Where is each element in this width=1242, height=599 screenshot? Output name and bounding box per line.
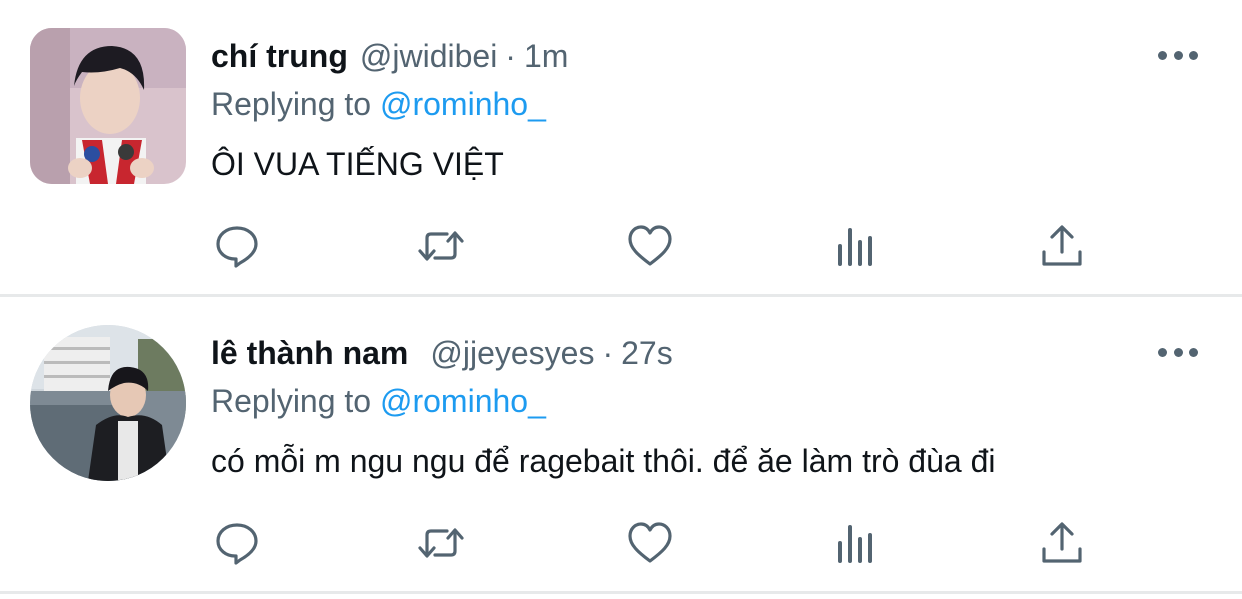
display-name[interactable]: chí trung <box>211 38 348 74</box>
share-icon <box>1042 225 1082 266</box>
reply-button[interactable] <box>213 222 261 270</box>
replying-to: Replying to @rominho_ <box>211 84 546 124</box>
tweet[interactable]: lê thành nam @jjeyesyes · 27s Replying to @… <box>0 297 1242 591</box>
retweet-button[interactable] <box>417 519 465 567</box>
reply-mention-link[interactable]: @rominho_ <box>380 86 546 122</box>
retweet-icon <box>418 528 464 558</box>
like-icon <box>628 225 672 266</box>
more-icon[interactable] <box>1158 337 1198 367</box>
tweet-header: lê thành nam @jjeyesyes · 27s <box>211 333 673 373</box>
avatar[interactable] <box>30 28 186 184</box>
share-icon <box>1042 522 1082 563</box>
avatar[interactable] <box>30 325 186 481</box>
avatar-image <box>30 28 186 184</box>
replying-to-label: Replying to <box>211 383 372 419</box>
replying-to-label: Replying to <box>211 86 372 122</box>
retweet-icon <box>418 231 464 261</box>
like-icon <box>628 522 672 563</box>
tweet-text: có mỗi m ngu ngu để ragebait thôi. để ăe… <box>211 443 996 479</box>
avatar-image <box>30 325 186 481</box>
tweet[interactable]: chí trung @jwidibei · 1m Replying to @romin… <box>0 0 1242 294</box>
like-button[interactable] <box>626 519 674 567</box>
timestamp[interactable]: 27s <box>621 335 673 371</box>
separator-dot: · <box>602 335 614 371</box>
timestamp[interactable]: 1m <box>524 38 568 74</box>
views-icon <box>838 525 872 563</box>
reply-mention-link[interactable]: @rominho_ <box>380 383 546 419</box>
tweet-header: chí trung @jwidibei · 1m <box>211 36 568 76</box>
reply-button[interactable] <box>213 519 261 567</box>
views-button[interactable] <box>832 519 880 567</box>
replying-to: Replying to @rominho_ <box>211 381 546 421</box>
views-icon <box>838 228 872 266</box>
share-button[interactable] <box>1038 222 1086 270</box>
share-button[interactable] <box>1038 519 1086 567</box>
divider <box>0 591 1242 594</box>
more-icon[interactable] <box>1158 40 1198 70</box>
like-button[interactable] <box>626 222 674 270</box>
reply-feed: chí trung @jwidibei · 1m Replying to @romin… <box>0 0 1242 599</box>
separator-dot: · <box>505 38 516 74</box>
reply-icon <box>216 523 258 565</box>
user-handle[interactable]: @jwidibei <box>360 38 497 74</box>
reply-icon <box>216 226 258 268</box>
views-button[interactable] <box>832 222 880 270</box>
user-handle[interactable]: @jjeyesyes <box>430 335 594 371</box>
tweet-text: ÔI VUA TIẾNG VIỆT <box>211 146 504 182</box>
display-name[interactable]: lê thành nam <box>211 335 408 371</box>
retweet-button[interactable] <box>417 222 465 270</box>
